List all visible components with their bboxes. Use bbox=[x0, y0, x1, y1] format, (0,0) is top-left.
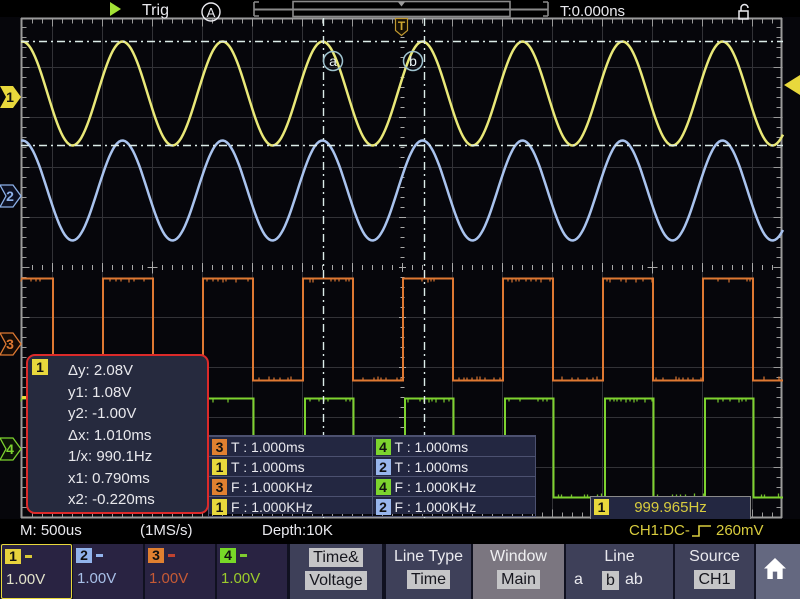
svg-text:2: 2 bbox=[6, 188, 14, 204]
svg-text:1: 1 bbox=[6, 89, 14, 105]
svg-text:A: A bbox=[207, 5, 216, 20]
svg-text:T: T bbox=[398, 19, 406, 33]
svg-text:b: b bbox=[409, 53, 417, 69]
svg-text:3: 3 bbox=[6, 336, 14, 352]
svg-text:4: 4 bbox=[6, 441, 14, 457]
svg-text:a: a bbox=[329, 53, 337, 69]
